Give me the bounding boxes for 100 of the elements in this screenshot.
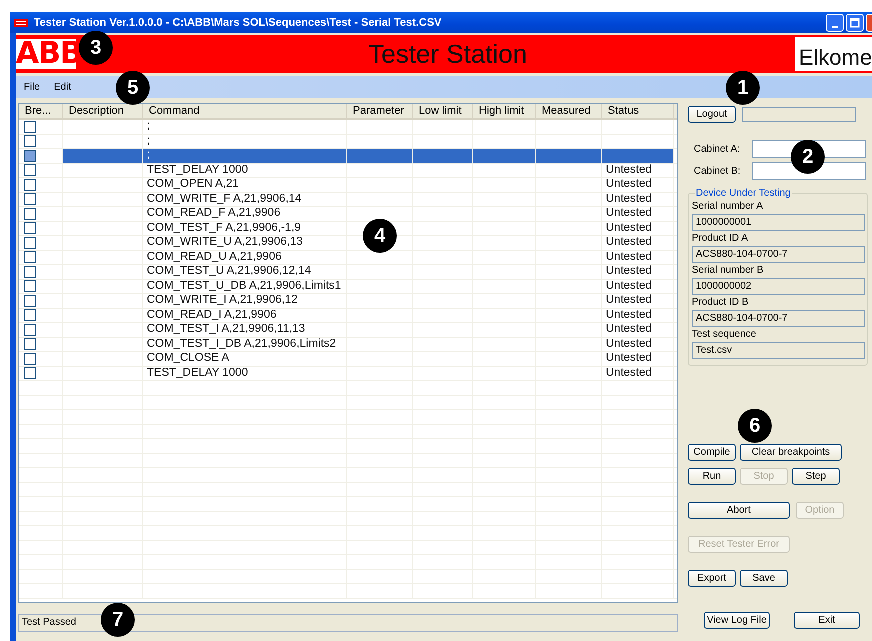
breakpoint-checkbox[interactable] [24, 164, 36, 176]
breakpoint-checkbox[interactable] [24, 178, 36, 191]
table-row[interactable]: COM_TEST_I A,21,9906,11,13 Untested [19, 323, 677, 338]
breakpoint-checkbox[interactable] [24, 251, 36, 264]
command-cell: ; [147, 134, 150, 146]
table-row[interactable]: COM_TEST_U_DB A,21,9906,Limits1 Untested [19, 280, 677, 294]
command-cell: COM_READ_I A,21,9906 [147, 308, 277, 320]
field-label: Product ID A [692, 233, 750, 244]
breakpoint-checkbox[interactable] [24, 324, 36, 336]
input-field[interactable]: 1000000002 [692, 278, 865, 295]
group-title: Device Under Testing [695, 188, 792, 199]
command-cell: COM_WRITE_I A,21,9906,12 [147, 294, 298, 306]
breakpoint-checkbox[interactable] [24, 266, 36, 278]
column-header[interactable]: Measured [536, 104, 602, 118]
status-cell: Untested [606, 294, 652, 306]
status-cell: Untested [606, 207, 652, 219]
command-cell: COM_READ_F A,21,9906 [147, 207, 281, 219]
logout-button[interactable]: Logout [688, 106, 736, 123]
command-cell: COM_TEST_F A,21,9906,-1,9 [147, 222, 302, 234]
status-cell: Untested [606, 192, 652, 204]
table-row[interactable]: TEST_DELAY 1000 Untested [19, 366, 677, 381]
command-cell: COM_TEST_U A,21,9906,12,14 [147, 265, 312, 277]
status-text: Test Passed [22, 617, 76, 628]
status-cell: Untested [606, 236, 652, 248]
table-row[interactable]: COM_READ_F A,21,9906 Untested [19, 207, 677, 222]
table-row[interactable]: COM_READ_U A,21,9906 Untested [19, 250, 677, 265]
command-cell: COM_CLOSE A [147, 352, 230, 364]
command-cell: COM_TEST_I_DB A,21,9906,Limits2 [147, 338, 336, 350]
breakpoint-checkbox[interactable] [24, 135, 36, 148]
table-row[interactable]: COM_CLOSE A Untested [19, 352, 677, 366]
status-cell: Untested [606, 250, 652, 262]
command-cell: COM_WRITE_U A,21,9906,13 [147, 236, 303, 248]
user-field[interactable] [742, 107, 856, 122]
breakpoint-checkbox[interactable] [24, 294, 36, 307]
column-header[interactable]: High limit [473, 104, 536, 118]
status-cell: Untested [606, 323, 652, 335]
breakpoint-checkbox[interactable] [24, 222, 36, 234]
input-field[interactable]: ACS880-104-0700-7 [692, 246, 865, 263]
table-row[interactable]: TEST_DELAY 1000 Untested [19, 164, 677, 178]
field-label: Product ID B [692, 297, 750, 308]
minimize-button[interactable] [826, 14, 844, 32]
action-button[interactable]: Run [688, 468, 736, 485]
breakpoint-checkbox[interactable] [24, 193, 36, 206]
action-button[interactable]: Abort [688, 502, 790, 519]
action-button[interactable]: Save [740, 570, 788, 587]
breakpoint-checkbox[interactable] [24, 280, 36, 292]
command-cell: COM_TEST_U_DB A,21,9906,Limits1 [147, 280, 342, 292]
breakpoint-checkbox[interactable] [24, 367, 36, 380]
status-cell: Untested [606, 164, 652, 176]
status-cell: Untested [606, 265, 652, 277]
table-row[interactable]: ; [19, 120, 677, 134]
menu-item[interactable]: File [24, 82, 40, 92]
table-row[interactable]: COM_OPEN A,21 Untested [19, 178, 677, 192]
command-cell: ; [147, 149, 150, 161]
app-icon [14, 18, 28, 26]
table-row[interactable]: COM_READ_I A,21,9906 Untested [19, 308, 677, 323]
breakpoint-checkbox[interactable] [24, 352, 36, 365]
command-cell: TEST_DELAY 1000 [147, 164, 248, 176]
table-row[interactable]: COM_TEST_I_DB A,21,9906,Limits2 Untested [19, 338, 677, 352]
breakpoint-checkbox[interactable] [24, 208, 36, 220]
field-label: Cabinet B: [693, 166, 742, 176]
action-button[interactable]: Step [792, 468, 840, 485]
column-header[interactable]: Parameter [347, 104, 413, 118]
field-label: Cabinet A: [693, 144, 742, 154]
table-row[interactable]: ; [19, 149, 677, 164]
menu-item[interactable]: Edit [54, 82, 72, 92]
status-cell: Untested [606, 352, 652, 364]
maximize-icon [850, 18, 860, 28]
table-row[interactable]: COM_WRITE_I A,21,9906,12 Untested [19, 294, 677, 308]
command-cell: COM_READ_U A,21,9906 [147, 250, 282, 262]
breakpoint-checkbox[interactable] [24, 338, 36, 350]
input-field[interactable]: Test.csv [692, 342, 865, 359]
maximize-button[interactable] [846, 14, 864, 32]
action-button[interactable]: Exit [794, 612, 860, 629]
command-cell: COM_OPEN A,21 [147, 178, 240, 190]
breakpoint-checkbox[interactable] [24, 236, 36, 249]
action-button[interactable]: Clear breakpoints [740, 444, 842, 461]
table-row[interactable]: COM_TEST_U A,21,9906,12,14 Untested [19, 265, 677, 280]
app-title: Tester Station [368, 38, 528, 70]
action-button[interactable]: Export [688, 570, 736, 587]
window-title: Tester Station Ver.1.0.0.0 - C:\ABB\Mars SOL\Sequences\Test - Serial Test.CSV [34, 16, 442, 28]
table-row[interactable]: COM_WRITE_F A,21,9906,14 Untested [19, 192, 677, 207]
breakpoint-checkbox[interactable] [24, 120, 36, 133]
breakpoint-checkbox[interactable] [24, 150, 36, 162]
column-header[interactable]: Command [143, 104, 347, 118]
input-field[interactable]: ACS880-104-0700-7 [692, 310, 865, 327]
command-cell: ; [147, 120, 150, 132]
field-label: Serial number A [692, 201, 764, 212]
status-cell: Untested [606, 308, 652, 320]
status-cell: Untested [606, 338, 652, 350]
action-button[interactable]: View Log File [704, 612, 770, 629]
action-button[interactable]: Compile [688, 444, 736, 461]
column-header[interactable]: Bre... [19, 104, 63, 118]
column-header[interactable]: Status [602, 104, 674, 118]
breakpoint-checkbox[interactable] [24, 309, 36, 322]
status-cell: Untested [606, 222, 652, 234]
command-cell: COM_TEST_I A,21,9906,11,13 [147, 323, 306, 335]
column-header[interactable]: Low limit [413, 104, 473, 118]
input-field[interactable]: 1000000001 [692, 214, 865, 231]
status-cell: Untested [606, 178, 652, 190]
